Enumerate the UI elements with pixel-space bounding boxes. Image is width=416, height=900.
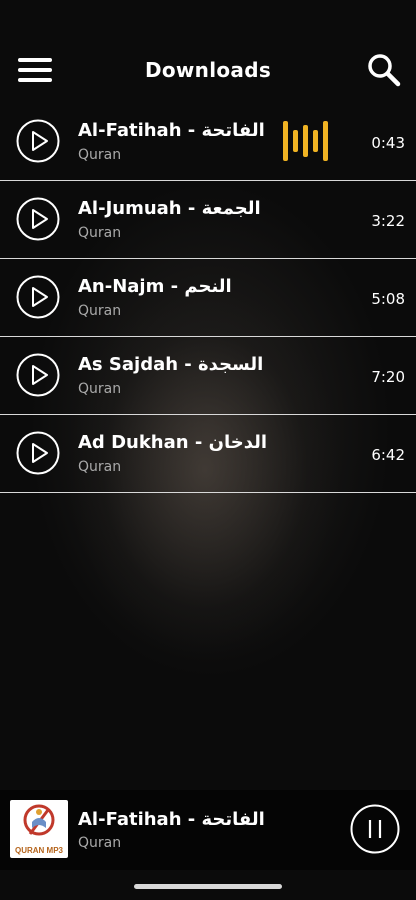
- track-row-as-sajdah[interactable]: As Sajdah - السجدة Quran 7:20: [0, 337, 416, 415]
- track-duration: 7:20: [371, 368, 405, 386]
- track-duration: 3:22: [371, 212, 405, 230]
- mini-player[interactable]: QURAN MP3 Al-Fatihah - الفاتحة Quran: [0, 790, 416, 870]
- track-title: As Sajdah - السجدة: [78, 354, 264, 375]
- track-title: Al-Jumuah - الجمعة: [78, 198, 261, 219]
- now-playing-subtitle: Quran: [78, 835, 122, 851]
- search-icon[interactable]: [366, 52, 402, 88]
- page-title: Downloads: [144, 58, 272, 82]
- home-indicator[interactable]: [134, 884, 282, 889]
- track-title: An-Najm - النحم: [78, 276, 232, 297]
- play-icon[interactable]: [16, 431, 60, 475]
- play-icon[interactable]: [16, 197, 60, 241]
- track-row-an-najm[interactable]: An-Najm - النحم Quran 5:08: [0, 259, 416, 337]
- track-list: Al-Fatihah - الفاتحة Quran 0:43 Al-Jumua…: [0, 103, 416, 493]
- play-icon[interactable]: [16, 119, 60, 163]
- album-art: QURAN MP3: [10, 800, 68, 858]
- header-bar: Downloads: [0, 40, 416, 102]
- track-subtitle: Quran: [78, 225, 122, 241]
- pause-icon[interactable]: [350, 804, 400, 854]
- equalizer-icon: [283, 121, 328, 161]
- track-duration: 0:43: [371, 134, 405, 152]
- track-subtitle: Quran: [78, 147, 122, 163]
- track-subtitle: Quran: [78, 303, 122, 319]
- track-subtitle: Quran: [78, 459, 122, 475]
- track-row-al-fatihah[interactable]: Al-Fatihah - الفاتحة Quran 0:43: [0, 103, 416, 181]
- track-duration: 5:08: [371, 290, 405, 308]
- quran-logo-icon: [23, 804, 55, 836]
- track-duration: 6:42: [371, 446, 405, 464]
- play-icon[interactable]: [16, 275, 60, 319]
- album-art-label: QURAN MP3: [14, 846, 63, 855]
- track-row-al-jumuah[interactable]: Al-Jumuah - الجمعة Quran 3:22: [0, 181, 416, 259]
- play-icon[interactable]: [16, 353, 60, 397]
- track-subtitle: Quran: [78, 381, 122, 397]
- now-playing-title: Al-Fatihah - الفاتحة: [78, 809, 265, 830]
- track-row-ad-dukhan[interactable]: Ad Dukhan - الدخان Quran 6:42: [0, 415, 416, 493]
- track-title: Ad Dukhan - الدخان: [78, 432, 268, 453]
- track-title: Al-Fatihah - الفاتحة: [78, 120, 265, 141]
